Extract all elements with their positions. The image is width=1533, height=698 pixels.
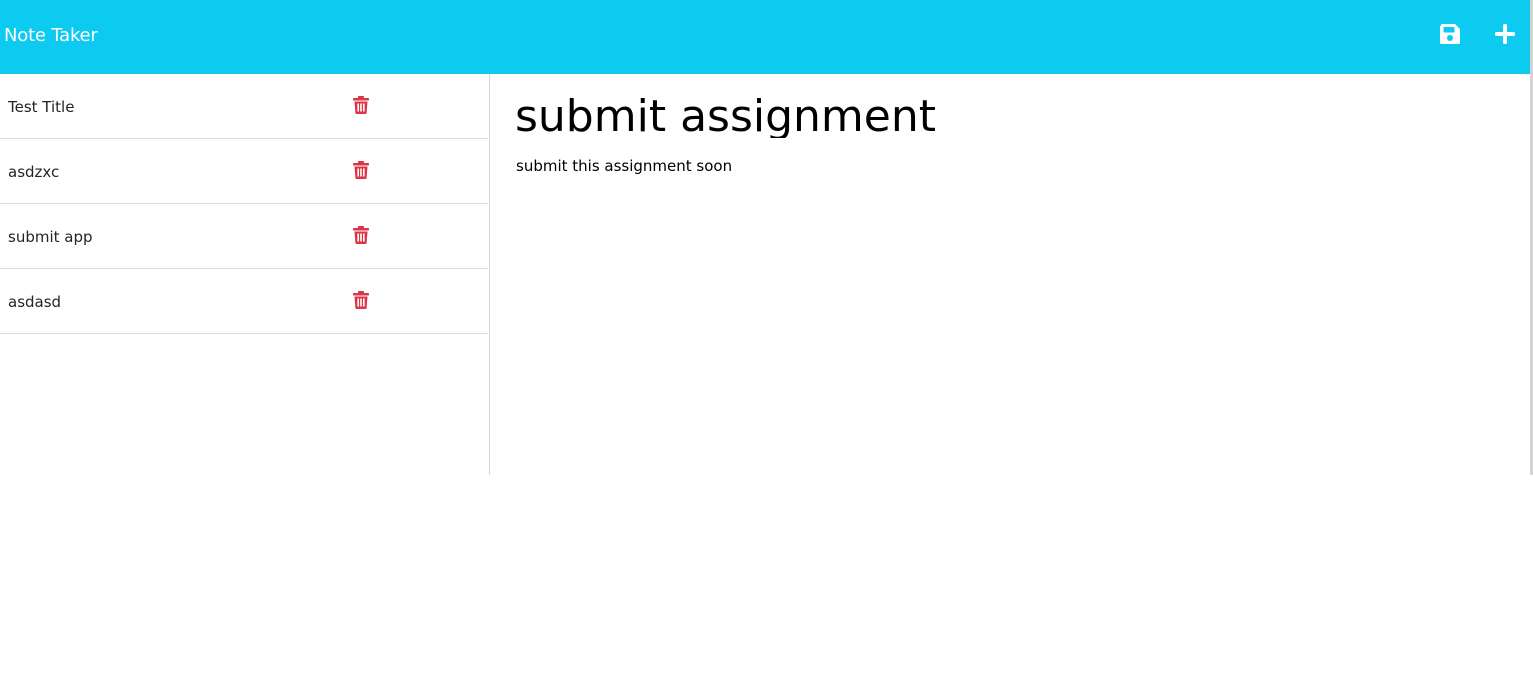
- plus-icon: [1495, 24, 1515, 44]
- note-editor: submit assignment submit this assignment…: [490, 74, 1530, 475]
- note-title: asdzxc: [8, 163, 60, 181]
- note-title: Test Title: [8, 98, 75, 116]
- trash-icon[interactable]: [353, 226, 369, 244]
- list-item[interactable]: Test Title: [0, 74, 488, 139]
- navbar: Note Taker: [0, 0, 1530, 74]
- note-title-input[interactable]: submit assignment: [515, 92, 1495, 138]
- note-title: submit app: [8, 228, 93, 246]
- trash-icon[interactable]: [353, 291, 369, 309]
- floppy-disk-icon: [1440, 24, 1460, 44]
- trash-icon[interactable]: [353, 96, 369, 114]
- save-note-icon[interactable]: [1438, 22, 1462, 46]
- list-item[interactable]: asdasd: [0, 269, 488, 334]
- new-note-icon[interactable]: [1493, 22, 1517, 46]
- list-item[interactable]: submit app: [0, 204, 488, 269]
- note-title: asdasd: [8, 293, 62, 311]
- note-list: Test Title asdzxc submit app asdasd: [0, 74, 489, 334]
- brand-title[interactable]: Note Taker: [4, 24, 98, 48]
- list-item[interactable]: asdzxc: [0, 139, 488, 204]
- notes-sidebar: Test Title asdzxc submit app asdasd: [0, 74, 490, 475]
- note-text-area[interactable]: submit this assignment soon: [516, 156, 1496, 176]
- trash-icon[interactable]: [353, 161, 369, 179]
